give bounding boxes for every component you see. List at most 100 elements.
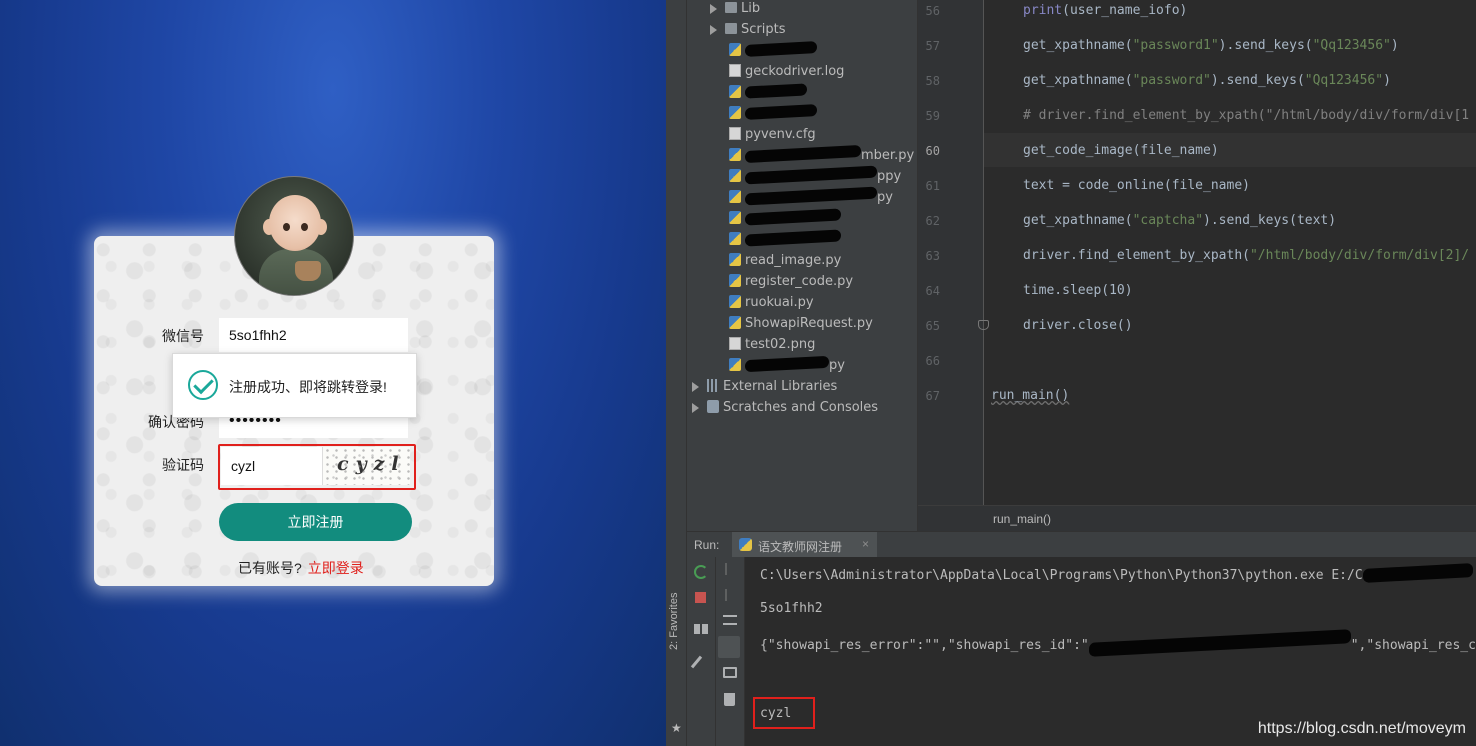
- avatar: [234, 176, 354, 296]
- scroll-to-end-icon[interactable]: [718, 636, 740, 658]
- console-line-4: cyzl: [760, 706, 792, 721]
- folder-icon: [725, 23, 737, 34]
- tree-item-ruokuai[interactable]: ruokuai.py: [729, 295, 814, 315]
- line-number: 63: [925, 249, 940, 263]
- python-file-icon: [729, 274, 741, 287]
- run-toolbar-secondary: [716, 557, 745, 746]
- wechat-input[interactable]: [219, 318, 408, 352]
- star-icon[interactable]: ★: [671, 721, 682, 735]
- python-file-icon: [729, 232, 741, 245]
- wechat-label: 微信号: [162, 328, 204, 344]
- tree-item-pyvenv[interactable]: pyvenv.cfg: [729, 127, 816, 147]
- run-tab-title: 语文教师网注册: [758, 540, 843, 554]
- line-number: 60: [925, 144, 940, 158]
- tree-item-redacted-3[interactable]: [729, 104, 817, 126]
- image-file-icon: [729, 337, 741, 350]
- python-file-icon: [729, 43, 741, 56]
- expand-arrow-icon[interactable]: [710, 25, 717, 35]
- run-console[interactable]: C:\Users\Administrator\AppData\Local\Pro…: [745, 557, 1476, 746]
- avatar-eye-right: [301, 223, 308, 231]
- console-line-2: 5so1fhh2: [760, 601, 823, 616]
- expand-arrow-icon[interactable]: [692, 403, 699, 413]
- tree-item-register-code[interactable]: register_code.py: [729, 274, 853, 294]
- trash-icon[interactable]: [724, 693, 735, 706]
- line-number: 62: [925, 214, 940, 228]
- editor-breadcrumb[interactable]: run_main(): [918, 505, 1476, 531]
- tree-item-test02[interactable]: test02.png: [729, 337, 815, 357]
- tree-item-lib[interactable]: Lib: [725, 1, 760, 21]
- code-line-64: time.sleep(10): [1023, 283, 1133, 298]
- tree-item-showapi-request[interactable]: ShowapiRequest.py: [729, 316, 873, 336]
- expand-arrow-icon[interactable]: [710, 4, 717, 14]
- code-line-61: text = code_online(file_name): [1023, 178, 1250, 193]
- stop-icon[interactable]: [695, 592, 706, 603]
- redacted-mark: [745, 186, 877, 206]
- code-line-63: driver.find_element_by_xpath("/html/body…: [1023, 248, 1470, 263]
- code-line-59: # driver.find_element_by_xpath("/html/bo…: [1023, 108, 1470, 123]
- avatar-cup: [295, 261, 321, 281]
- tree-item-redacted-2[interactable]: [729, 83, 807, 105]
- redacted-mark: [1088, 629, 1351, 657]
- down-arrow-icon[interactable]: [725, 589, 727, 601]
- run-tab[interactable]: 语文教师网注册 ×: [732, 532, 877, 558]
- code-line-62: get_xpathname("captcha").send_keys(text): [1023, 213, 1337, 228]
- fold-marker-icon[interactable]: [978, 320, 989, 330]
- config-file-icon: [729, 127, 741, 140]
- code-editor[interactable]: 56 57 58 59 60 61 62 63 64 65 66 67 prin…: [918, 0, 1476, 531]
- tree-item-scratches[interactable]: Scratches and Consoles: [707, 400, 878, 420]
- close-icon[interactable]: ×: [862, 537, 869, 551]
- line-number: 59: [925, 109, 940, 123]
- pin-icon[interactable]: [690, 655, 703, 669]
- rerun-icon[interactable]: [694, 565, 708, 579]
- tree-item-external-libraries[interactable]: External Libraries: [707, 379, 837, 399]
- avatar-face: [269, 195, 321, 251]
- run-toolbar-primary: [687, 557, 716, 746]
- redacted-mark: [745, 355, 829, 373]
- tree-item-geckodriver-log[interactable]: geckodriver.log: [729, 64, 844, 84]
- code-line-67: run_main(): [991, 388, 1070, 403]
- line-number: 57: [925, 39, 940, 53]
- tree-item-redacted-5[interactable]: ppy: [729, 165, 901, 189]
- line-number: 56: [925, 4, 940, 18]
- tree-item-scripts[interactable]: Scripts: [725, 22, 785, 42]
- tree-item-redacted-8[interactable]: [729, 229, 841, 252]
- redacted-mark: [745, 229, 841, 247]
- log-file-icon: [729, 64, 741, 77]
- redacted-mark: [745, 208, 841, 226]
- tree-item-redacted-9[interactable]: py: [729, 355, 845, 378]
- line-number: 64: [925, 284, 940, 298]
- check-circle-icon: [188, 370, 218, 400]
- python-file-icon: [729, 106, 741, 119]
- success-toast: 注册成功、即将跳转登录!: [172, 353, 417, 418]
- up-arrow-icon[interactable]: [725, 563, 727, 575]
- favorites-tab[interactable]: 2: Favorites: [668, 593, 680, 650]
- line-number: 58: [925, 74, 940, 88]
- print-icon[interactable]: [723, 667, 737, 678]
- captcha-input[interactable]: [221, 447, 322, 485]
- redacted-mark: [745, 41, 817, 57]
- python-file-icon: [729, 211, 741, 224]
- line-number: 61: [925, 179, 940, 193]
- line-number: 67: [925, 389, 940, 403]
- tree-item-redacted-6[interactable]: py: [729, 186, 893, 210]
- python-file-icon: [729, 295, 741, 308]
- has-account-text: 已有账号?: [238, 560, 302, 576]
- soft-wrap-icon[interactable]: [723, 615, 737, 625]
- scratches-icon: [707, 400, 719, 413]
- line-number: 66: [925, 354, 940, 368]
- redacted-mark: [745, 165, 877, 185]
- code-line-57: get_xpathname("password1").send_keys("Qq…: [1023, 38, 1399, 53]
- code-line-65: driver.close(): [1023, 318, 1133, 333]
- console-line-1: C:\Users\Administrator\AppData\Local\Pro…: [760, 563, 1473, 583]
- tree-item-redacted-4[interactable]: mber.py: [729, 144, 914, 168]
- tree-item-redacted-1[interactable]: [729, 41, 817, 63]
- code-line-60: get_code_image(file_name): [1023, 143, 1219, 158]
- register-button[interactable]: 立即注册: [219, 503, 412, 541]
- redacted-mark: [1362, 563, 1473, 583]
- login-link[interactable]: 立即登录: [308, 560, 364, 576]
- captcha-image[interactable]: cyzl: [322, 447, 410, 485]
- tree-item-redacted-7[interactable]: [729, 208, 841, 231]
- expand-arrow-icon[interactable]: [692, 382, 699, 392]
- layout-icon[interactable]: [694, 624, 708, 634]
- tree-item-read-image[interactable]: read_image.py: [729, 253, 841, 273]
